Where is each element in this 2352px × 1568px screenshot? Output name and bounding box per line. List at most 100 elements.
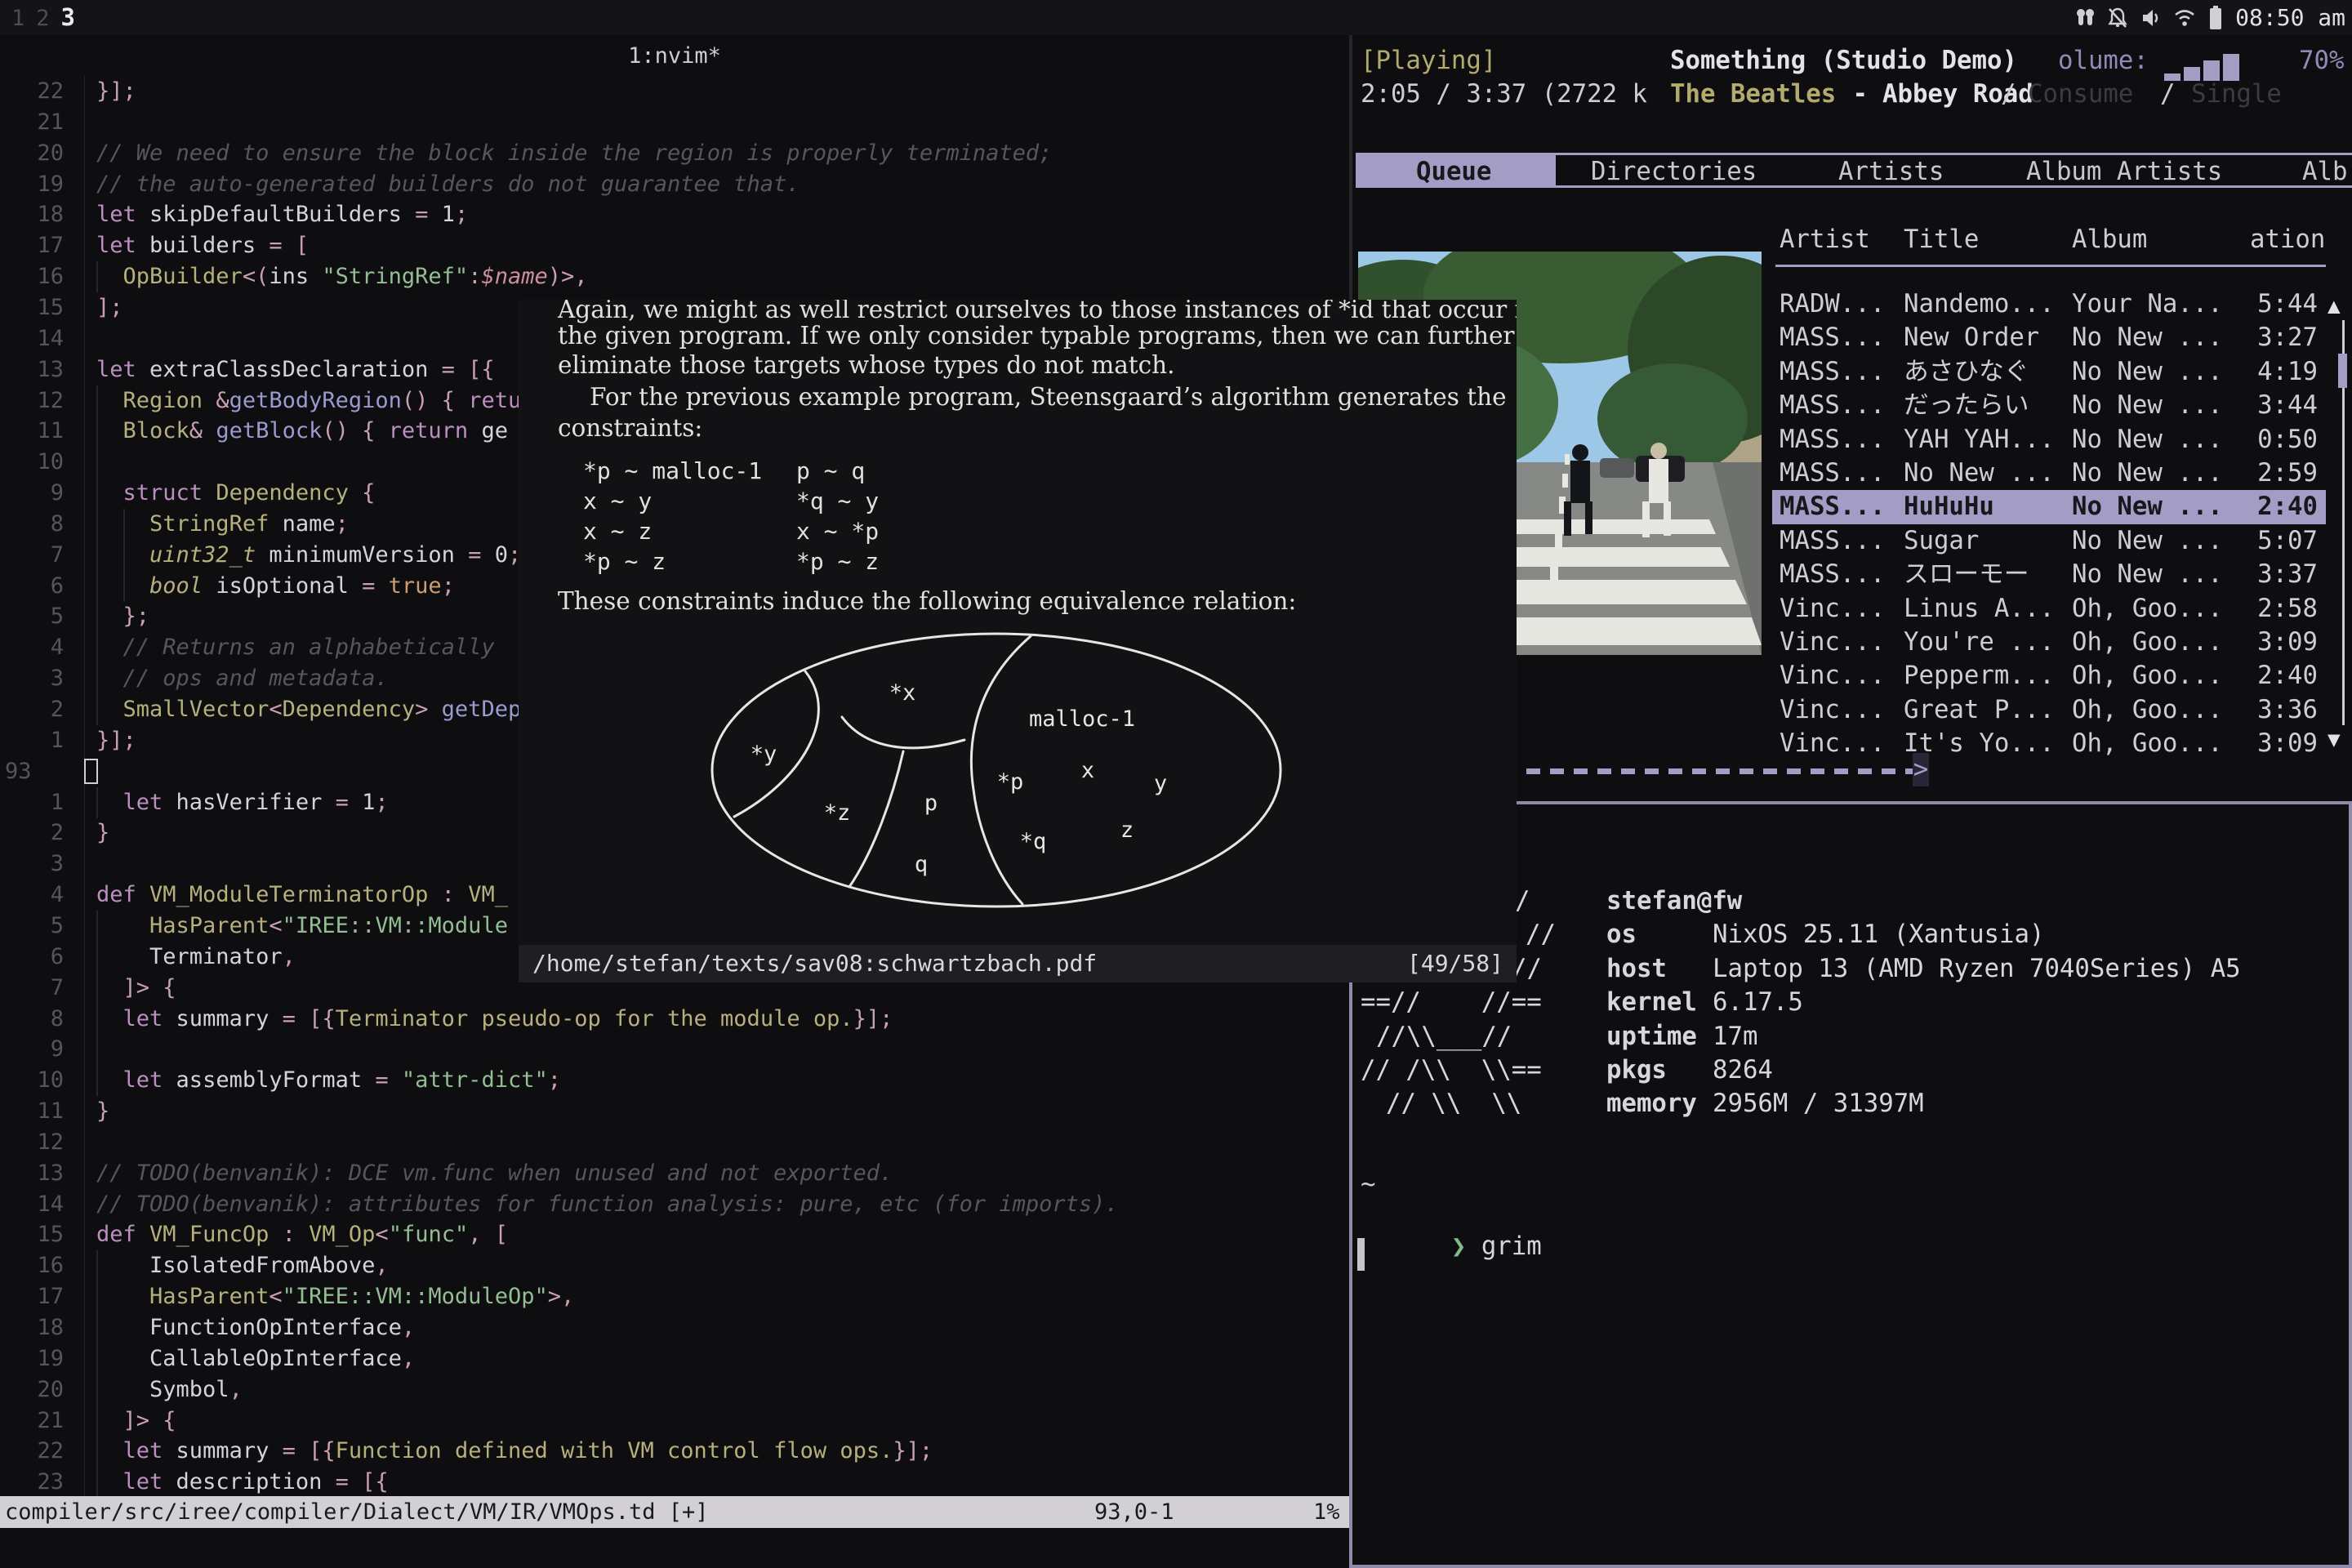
typed-command: grim [1466,1232,1541,1261]
pdf-page-indicator: [49/58] [1407,945,1503,982]
line-number: 4 [0,632,64,663]
line-number: 2 [0,817,64,849]
system-tray: 08:50 am [2074,0,2345,35]
album-dash: - [1838,81,1882,109]
line-number: 7 [0,540,64,571]
queue-row[interactable]: MASS...スローモーNo New ...3:37 [1772,558,2326,591]
queue-row[interactable]: MASS...だったらいNo New ...3:44 [1772,389,2326,422]
mode-separator-1: / [2001,81,2016,109]
nixos-logo-fragment: // \\ \\ [1386,1087,1521,1120]
queue-row[interactable]: Vinc...Linus A...Oh, Goo...2:58 [1772,592,2326,626]
queue-row[interactable]: Vinc...It's Yo...Oh, Goo...3:09 [1772,727,2326,760]
volume-value: 70% [2299,47,2344,75]
fetch-label: stefan@fw [1606,884,1742,918]
queue-row[interactable]: Vinc...Great P...Oh, Goo...3:36 [1772,693,2326,727]
terminal-cursor [1357,1238,1365,1271]
line-number: 5 [0,601,64,632]
venn-label-malloc-1: malloc-1 [1029,706,1135,732]
wifi-icon [2173,7,2196,29]
workspace-switcher[interactable]: 123 [11,3,87,31]
volume-icon [2140,7,2162,29]
tab-album-artists[interactable]: Album Artists [2026,158,2222,186]
player-state: [Playing] [1361,47,1496,75]
venn-label-x: x [1081,758,1094,783]
terminal-border-right [2349,801,2352,1568]
code-line: 21 ]> { [0,1405,1349,1437]
venn-diagram: *xmalloc-1*y*pxyp*zz*qq [519,300,1517,945]
workspace-2[interactable]: 2 [36,6,49,31]
line-number: 93 [5,756,32,787]
fetch-row: //\\___//uptime17m [1356,1020,2352,1054]
queue-row[interactable]: MASS...YAH YAH...No New ...0:50 [1772,423,2326,457]
venn-label-star-q: *q [1020,829,1047,854]
fetch-value: 6.17.5 [1713,986,1803,1019]
pdf-file-path: /home/stefan/texts/sav08:schwartzbach.pd… [532,945,1097,982]
scroll-down-arrow[interactable]: ▼ [2328,728,2341,752]
queue-row[interactable]: Vinc...Pepperm...Oh, Goo...2:40 [1772,659,2326,693]
queue-row[interactable]: MASS...SugarNo New ...5:07 [1772,524,2326,558]
workspace-3[interactable]: 3 [61,3,75,31]
line-number: 10 [0,447,64,478]
line-number: 22 [0,1436,64,1467]
line-number: 10 [0,1065,64,1096]
line-number: 8 [0,1004,64,1035]
statusline-filename: compiler/src/iree/compiler/Dialect/VM/IR… [5,1496,709,1528]
queue-row[interactable]: MASS...HuHuHuNo New ...2:40 [1772,490,2326,523]
line-number: 3 [0,663,64,694]
code-line: 20// We need to ensure the block inside … [0,138,1349,169]
queue-row[interactable]: Vinc...You're ...Oh, Goo...3:09 [1772,626,2326,659]
venn-label-y: y [1154,771,1167,796]
workspace-1[interactable]: 1 [11,6,24,31]
pdf-viewer[interactable]: Again, we might as well restrict ourselv… [519,300,1517,982]
code-line: 18let skipDefaultBuilders = 1; [0,199,1349,230]
desktop: 1:nvim* 22}];2120// We need to ensure th… [0,0,2352,1568]
fetch-label: pkgs [1606,1054,1667,1087]
queue-column-artist: Artist [1780,225,1870,254]
venn-label-star-y: *y [751,742,777,767]
tab-alb[interactable]: Alb [2302,158,2347,186]
queue-row[interactable]: RADW...Nandemo...Your Na...5:44 [1772,287,2326,321]
code-line: 14// TODO(benvanik): attributes for func… [0,1189,1349,1220]
tab-directories[interactable]: Directories [1591,158,1757,186]
editor-cursor [84,759,98,784]
code-line: 20 Symbol, [0,1374,1349,1405]
fetch-value: 2956M / 31397M [1713,1087,1924,1120]
mode-consume: Consume [2028,81,2133,109]
line-number: 15 [0,1219,64,1250]
scroll-up-arrow[interactable]: ▲ [2328,294,2341,318]
queue-scrollbar-thumb[interactable] [2338,354,2347,388]
nixos-logo-fragment: // [1526,918,1556,951]
queue-row[interactable]: MASS...No New ...No New ...2:59 [1772,457,2326,490]
venn-label-p: p [924,791,938,816]
cwd-indicator: ~ [1361,1170,1375,1199]
line-number: 8 [0,509,64,540]
tab-artists[interactable]: Artists [1838,158,1944,186]
mode-separator-2: / [2160,81,2175,109]
fetch-label: uptime [1606,1020,1697,1054]
line-number: 19 [0,169,64,200]
code-line: 10 let assemblyFormat = "attr-dict"; [0,1065,1349,1096]
shell-prompt[interactable]: ❯ grim [1361,1204,1542,1290]
line-number: 16 [0,261,64,292]
code-line: 19 CallableOpInterface, [0,1343,1349,1374]
progress-head[interactable]: > [1913,753,1929,786]
code-line: 12 [0,1127,1349,1158]
line-number: 12 [0,385,64,416]
code-line: 22 let summary = [{Function defined with… [0,1436,1349,1467]
venn-label-z: z [1120,817,1134,843]
status-bar: 123 08:50 a [0,0,2352,35]
clock: 08:50 am [2235,4,2345,31]
queue-row[interactable]: MASS...あさひなぐNo New ...4:19 [1772,355,2326,389]
line-number: 23 [0,1467,64,1498]
venn-label-star-z: *z [824,800,851,826]
line-number: 21 [0,107,64,138]
line-number: 1 [0,725,64,756]
tab-queue[interactable]: Queue [1416,158,1491,186]
nvim-statusline: compiler/src/iree/compiler/Dialect/VM/IR… [0,1496,1349,1528]
earbuds-icon [2074,7,2096,29]
prompt-symbol: ❯ [1451,1232,1466,1261]
fetch-label: kernel [1606,986,1697,1019]
line-number: 20 [0,1374,64,1405]
fetch-value: NixOS 25.11 (Xantusia) [1713,918,2044,951]
queue-row[interactable]: MASS...New OrderNo New ...3:27 [1772,321,2326,354]
